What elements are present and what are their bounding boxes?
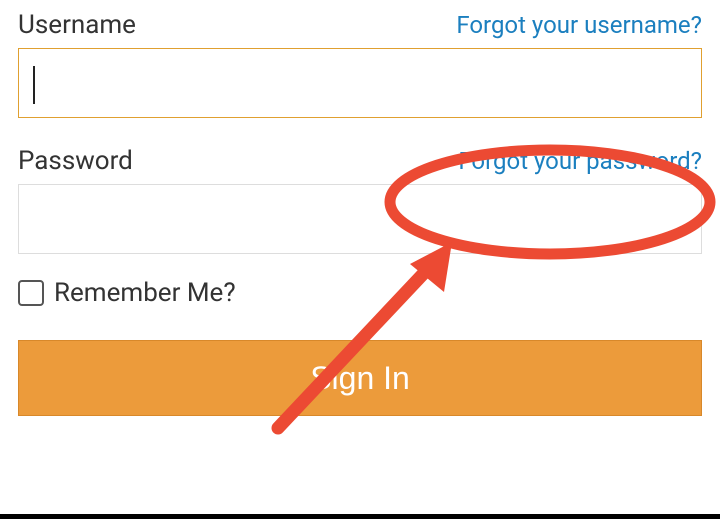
forgot-username-link[interactable]: Forgot your username?: [456, 11, 702, 39]
bottom-border: [0, 514, 720, 519]
password-input[interactable]: [18, 184, 702, 254]
remember-me-row: Remember Me?: [18, 278, 702, 308]
password-header: Password Forgot your password?: [18, 146, 702, 176]
sign-in-label: Sign In: [310, 360, 410, 397]
username-header: Username Forgot your username?: [18, 10, 702, 40]
text-cursor-icon: [33, 66, 35, 104]
remember-me-checkbox[interactable]: [18, 280, 44, 306]
forgot-password-link[interactable]: Forgot your password?: [458, 147, 702, 175]
password-label: Password: [18, 146, 133, 176]
username-input[interactable]: [18, 48, 702, 118]
sign-in-button[interactable]: Sign In: [18, 340, 702, 416]
username-section: Username Forgot your username?: [18, 10, 702, 118]
password-section: Password Forgot your password?: [18, 146, 702, 254]
username-label: Username: [18, 10, 136, 40]
remember-me-label: Remember Me?: [54, 278, 236, 308]
